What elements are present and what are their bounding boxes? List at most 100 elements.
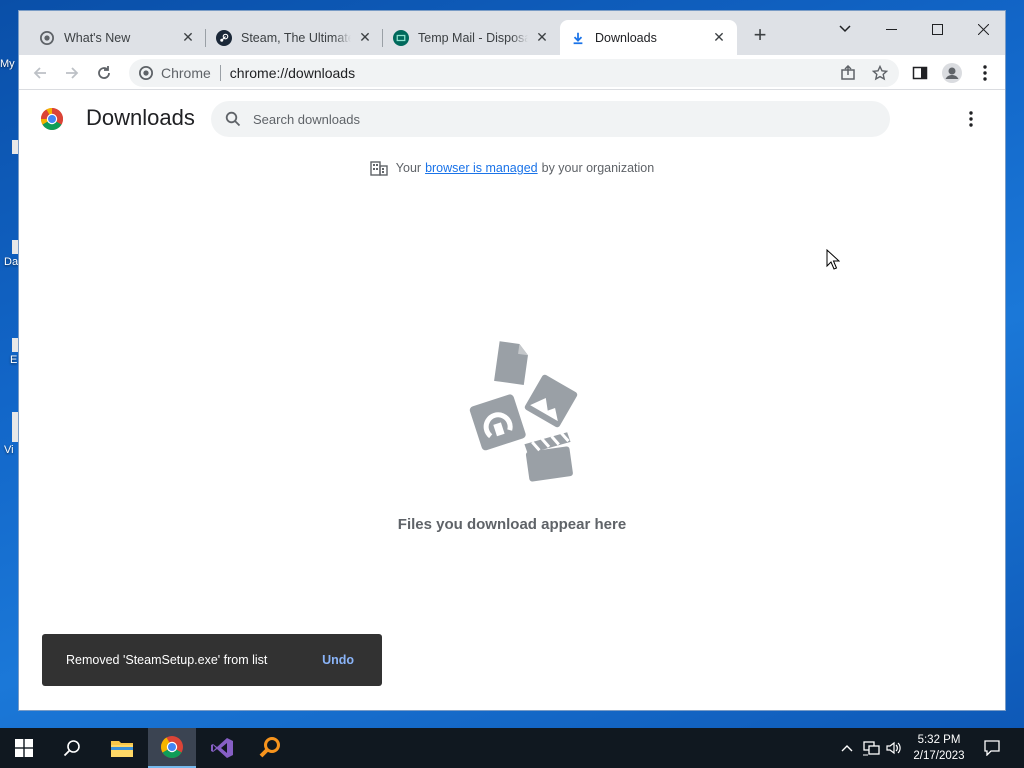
profile-button[interactable] xyxy=(939,60,965,86)
desktop-icon-fragment[interactable] xyxy=(0,140,18,156)
close-icon xyxy=(977,23,989,35)
temp-mail-icon xyxy=(393,29,409,46)
share-icon xyxy=(841,65,855,80)
desktop-icon-fragment[interactable]: E xyxy=(0,338,18,366)
chrome-icon xyxy=(161,736,183,758)
network-button[interactable] xyxy=(860,728,882,768)
steam-icon xyxy=(216,29,232,46)
downloads-page: Downloads Your browser is managed by you… xyxy=(19,91,1005,710)
desktop-icon-fragment[interactable]: My xyxy=(0,58,18,70)
desktop-icon-fragment[interactable]: Vi xyxy=(0,412,18,456)
tab-search-button[interactable] xyxy=(822,15,868,43)
taskbar-clock[interactable]: 5:32 PM 2/17/2023 xyxy=(902,732,976,764)
bookmark-button[interactable] xyxy=(867,60,893,86)
taskbar: 5:32 PM 2/17/2023 xyxy=(0,728,1024,768)
chrome-icon xyxy=(139,66,153,80)
magnifier-app-icon xyxy=(259,737,280,758)
reload-icon xyxy=(98,66,110,79)
new-tab-button[interactable]: + xyxy=(749,24,771,47)
back-button[interactable] xyxy=(27,60,53,86)
empty-state-message: Files you download appear here xyxy=(397,516,627,533)
close-icon[interactable]: ✕ xyxy=(534,29,550,46)
downloads-header: Downloads xyxy=(19,91,1005,147)
speaker-icon xyxy=(886,741,901,755)
star-icon xyxy=(872,65,888,81)
managed-notice-prefix: Your xyxy=(395,161,422,175)
search-button[interactable] xyxy=(48,728,96,768)
undo-button[interactable]: Undo xyxy=(322,653,354,667)
chrome-logo-icon xyxy=(40,107,64,136)
desktop-icon-label: Vi xyxy=(4,444,14,456)
minimize-button[interactable] xyxy=(868,15,914,43)
omnibox-url: chrome://downloads xyxy=(229,65,356,81)
search-tool-button[interactable] xyxy=(246,728,294,768)
page-title: Downloads xyxy=(86,105,195,130)
chrome-menu-button[interactable] xyxy=(972,60,998,86)
tab-temp-mail[interactable]: Temp Mail - Disposable Temporary Email ✕ xyxy=(383,20,560,55)
download-icon xyxy=(570,30,586,46)
chrome-icon xyxy=(39,30,55,46)
removed-toast: Removed 'SteamSetup.exe' from list Undo xyxy=(42,634,382,686)
file-explorer-button[interactable] xyxy=(98,728,146,768)
search-icon xyxy=(225,111,241,127)
empty-downloads-illustration xyxy=(447,337,607,492)
close-icon[interactable]: ✕ xyxy=(357,29,373,46)
tab-downloads[interactable]: Downloads ✕ xyxy=(560,20,737,55)
omnibox-site-label: Chrome xyxy=(161,65,211,81)
avatar-icon xyxy=(942,63,962,83)
clock-time: 5:32 PM xyxy=(917,734,961,746)
arrow-left-icon xyxy=(33,67,46,79)
volume-button[interactable] xyxy=(884,728,904,768)
browser-managed-link[interactable]: browser is managed xyxy=(425,161,538,175)
close-icon[interactable]: ✕ xyxy=(711,29,727,46)
desktop-icon-label: Da xyxy=(4,256,18,268)
tab-strip: What's New ✕ Steam, The Ultimate Online … xyxy=(19,11,1005,55)
omnibox[interactable]: Chrome chrome://downloads xyxy=(129,59,899,87)
kebab-menu-icon xyxy=(983,65,987,81)
tab-title: What's New xyxy=(64,30,131,45)
minimize-icon xyxy=(885,28,897,30)
tab-title: Steam, The Ultimate Online Game Platform xyxy=(241,30,351,45)
windows-icon xyxy=(15,739,33,757)
arrow-right-icon xyxy=(66,67,79,79)
toast-message: Removed 'SteamSetup.exe' from list xyxy=(66,653,268,667)
network-icon xyxy=(863,741,880,756)
chrome-window: What's New ✕ Steam, The Ultimate Online … xyxy=(18,10,1006,711)
chevron-down-icon xyxy=(839,25,851,33)
chrome-taskbar-button[interactable] xyxy=(148,728,196,768)
search-input[interactable] xyxy=(253,111,853,127)
chevron-up-icon xyxy=(841,745,853,752)
tab-steam[interactable]: Steam, The Ultimate Online Game Platform… xyxy=(206,20,383,55)
visual-studio-icon xyxy=(211,738,233,758)
side-panel-icon xyxy=(912,66,928,80)
folder-icon xyxy=(111,741,133,757)
desktop-icon-fragment[interactable]: Da xyxy=(0,240,18,268)
managed-notice-suffix: by your organization xyxy=(541,161,655,175)
close-icon[interactable]: ✕ xyxy=(180,29,196,46)
downloads-menu-button[interactable] xyxy=(961,109,981,129)
visual-studio-button[interactable] xyxy=(198,728,246,768)
browser-toolbar: Chrome chrome://downloads xyxy=(19,55,1005,90)
notification-icon xyxy=(984,740,1000,756)
search-icon xyxy=(63,740,80,757)
maximize-icon xyxy=(931,23,943,35)
show-hidden-icons-button[interactable] xyxy=(838,728,856,768)
reload-button[interactable] xyxy=(91,60,117,86)
desktop-icon-label: E xyxy=(10,354,18,366)
mouse-cursor-icon xyxy=(826,248,841,276)
managed-notice: Your browser is managed by your organiza… xyxy=(19,160,1005,176)
search-box[interactable] xyxy=(211,101,890,137)
tab-title: Downloads xyxy=(595,30,657,45)
tab-title: Temp Mail - Disposable Temporary Email xyxy=(418,30,528,45)
clock-date: 2/17/2023 xyxy=(913,750,965,762)
building-icon xyxy=(370,160,388,176)
forward-button[interactable] xyxy=(59,60,85,86)
close-window-button[interactable] xyxy=(960,15,1005,43)
action-center-button[interactable] xyxy=(978,728,1006,768)
start-button[interactable] xyxy=(0,728,48,768)
share-button[interactable] xyxy=(835,60,861,86)
tab-whats-new[interactable]: What's New ✕ xyxy=(29,20,206,55)
maximize-button[interactable] xyxy=(914,15,960,43)
side-panel-button[interactable] xyxy=(907,60,933,86)
omnibox-divider xyxy=(219,65,221,81)
